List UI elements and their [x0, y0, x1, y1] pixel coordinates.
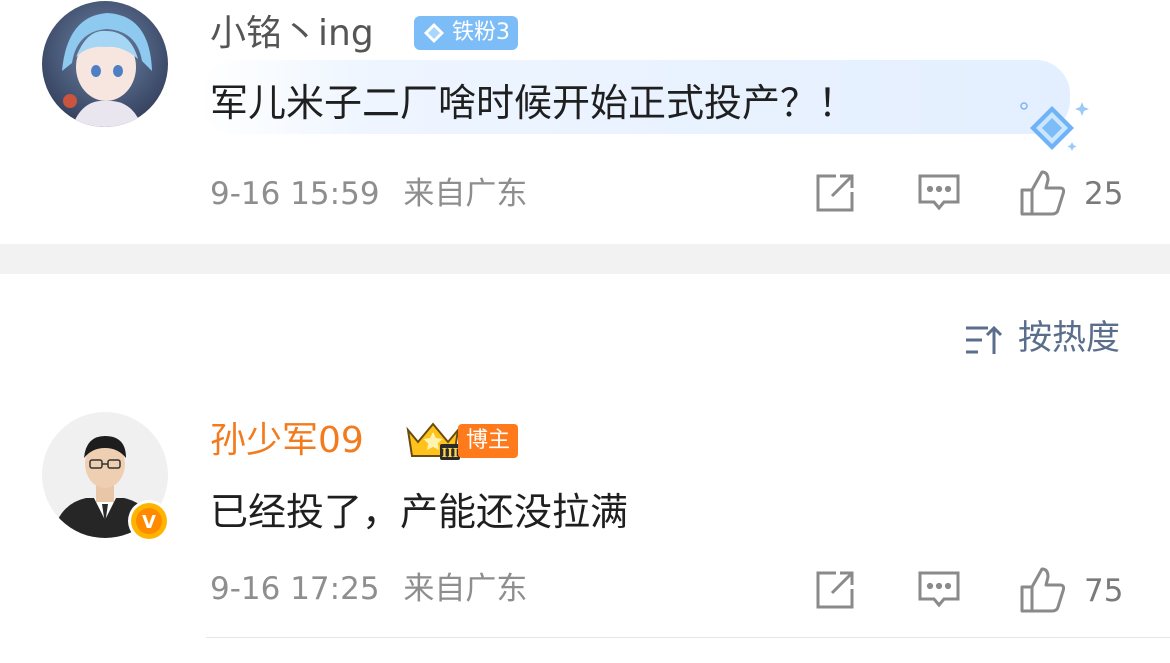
share-icon: [816, 571, 854, 609]
comment-meta: 9-16 17:25 来自广东: [210, 569, 527, 609]
thumbs-up-icon: [1020, 567, 1066, 613]
comment-text: 军儿米子二厂啥时候开始正式投产？！: [210, 81, 857, 125]
like-count: 25: [1084, 176, 1124, 212]
section-divider: [0, 244, 1170, 274]
comment-button[interactable]: [916, 567, 962, 613]
svg-text:III: III: [442, 446, 459, 460]
host-badge: 博主: [458, 424, 519, 458]
fan-badge: 铁粉3: [414, 16, 518, 50]
comment-time: 9-16 17:25: [210, 571, 380, 607]
comment-time: 9-16 15:59: [210, 176, 380, 212]
divider: [206, 637, 1170, 638]
avatar[interactable]: [42, 1, 168, 127]
fan-badge-label: 铁粉3: [452, 20, 510, 45]
share-button[interactable]: [812, 170, 858, 216]
diamond-icon: [422, 21, 446, 56]
username[interactable]: 孙少军09: [210, 419, 364, 463]
like-count: 75: [1084, 573, 1124, 609]
comment-location: 来自广东: [403, 571, 528, 607]
sort-toggle[interactable]: 按热度: [964, 316, 1130, 362]
comment-meta: 9-16 15:59 来自广东: [210, 174, 527, 214]
like-button[interactable]: 75: [1018, 565, 1130, 615]
sort-label: 按热度: [1018, 318, 1120, 358]
verified-badge: V: [128, 500, 170, 542]
comment-text: 已经投了，产能还没拉满: [210, 490, 629, 534]
comment-item: 小铭丶ing 铁粉3 军儿米子二厂啥时候开始正式投产？！ 9-16 15:59 …: [0, 0, 1170, 244]
share-icon: [816, 174, 854, 212]
comment-item: V 孙少军09 III 博主 已经投了，产能还没拉满 9-16 17:25 来自…: [0, 400, 1170, 663]
comment-icon: [918, 571, 960, 608]
crown-icon: III: [404, 418, 462, 466]
thumbs-up-icon: [1020, 170, 1066, 216]
like-button[interactable]: 25: [1018, 168, 1130, 218]
sort-icon: [966, 325, 1003, 354]
comment-icon: [918, 174, 960, 211]
comment-location: 来自广东: [403, 176, 528, 212]
comment-button[interactable]: [916, 170, 962, 216]
username[interactable]: 小铭丶ing: [210, 12, 374, 56]
diamond-icon: [1012, 96, 1092, 160]
share-button[interactable]: [812, 567, 858, 613]
verified-badge-label: V: [142, 512, 156, 533]
